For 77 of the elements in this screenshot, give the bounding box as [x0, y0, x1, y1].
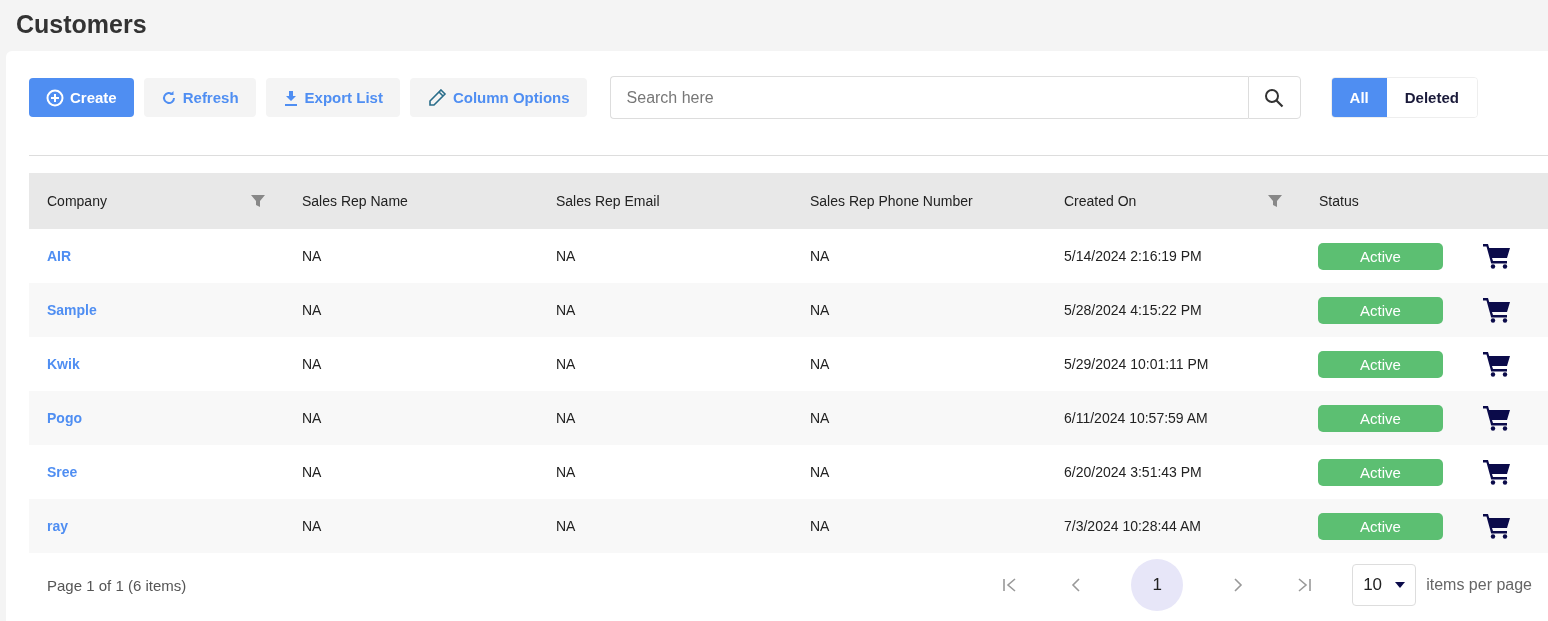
page-size-dropdown[interactable]: 10	[1352, 564, 1417, 606]
table-cell-text: NA	[809, 464, 831, 480]
column-header[interactable]: Status	[1319, 193, 1359, 209]
cart-button[interactable]	[1483, 459, 1513, 485]
download-icon	[282, 89, 299, 106]
cart-icon	[1483, 459, 1511, 485]
refresh-button[interactable]: Refresh	[143, 78, 256, 117]
table-cell-text: NA	[809, 356, 831, 372]
table-cell-text: NA	[555, 518, 577, 534]
table-cell-text: NA	[555, 356, 577, 372]
company-link[interactable]: Pogo	[29, 410, 100, 426]
company-link[interactable]: Sample	[29, 302, 115, 318]
plus-circle-icon	[46, 88, 64, 107]
company-link[interactable]: ray	[29, 518, 87, 534]
cart-button[interactable]	[1483, 351, 1513, 377]
export-button[interactable]: Export List	[265, 78, 400, 117]
cart-icon	[1483, 297, 1511, 323]
company-link[interactable]: AIR	[29, 248, 90, 264]
table-cell-text: NA	[301, 410, 323, 426]
table-cell-text: NA	[809, 248, 831, 264]
pencil-icon	[426, 87, 447, 108]
table-cell-text: 5/28/2024 4:15:22 PM	[1063, 302, 1203, 318]
refresh-icon	[160, 89, 177, 106]
cart-button[interactable]	[1483, 405, 1513, 431]
status-badge: Active	[1318, 458, 1443, 486]
status-badge: Active	[1318, 512, 1443, 540]
table-cell-text: NA	[301, 302, 323, 318]
column-header[interactable]: Sales Rep Email	[556, 193, 660, 209]
chevron-left-icon	[1071, 577, 1082, 593]
table-cell-text: NA	[809, 302, 831, 318]
status-badge: Active	[1318, 404, 1443, 432]
table-cell-text: 6/11/2024 10:57:59 AM	[1063, 410, 1209, 426]
status-badge: Active	[1318, 242, 1443, 270]
table-cell-text: NA	[555, 464, 577, 480]
table-cell-text: 7/3/2024 10:28:44 AM	[1063, 518, 1202, 534]
table-cell-text: NA	[809, 410, 831, 426]
cart-icon	[1483, 351, 1511, 377]
columns-button[interactable]: Column Options	[409, 78, 587, 117]
table-cell-text: NA	[809, 518, 831, 534]
cart-button[interactable]	[1483, 243, 1513, 269]
status-badge: Active	[1318, 296, 1443, 324]
company-link[interactable]: Kwik	[29, 356, 98, 372]
cart-icon	[1483, 405, 1511, 431]
page-number-button[interactable]: 1	[1131, 559, 1184, 611]
filter-icon[interactable]	[250, 193, 266, 209]
caret-icon	[1395, 582, 1406, 588]
cart-button[interactable]	[1483, 513, 1513, 539]
table-cell-text: 5/14/2024 2:16:19 PM	[1063, 248, 1203, 264]
page-title: Customers	[15, 9, 148, 40]
page-size-label: items per page	[1426, 576, 1532, 594]
cart-icon	[1483, 243, 1511, 269]
table-cell-text: NA	[555, 410, 577, 426]
cart-icon	[1483, 513, 1511, 539]
column-header[interactable]: Created On	[1064, 193, 1137, 209]
last-page-icon	[1296, 577, 1313, 593]
table-cell-text: NA	[301, 248, 323, 264]
create-button[interactable]: Create	[29, 78, 134, 117]
column-header[interactable]: Company	[47, 193, 107, 209]
filter-tab[interactable]: All	[1331, 78, 1387, 117]
table-cell-text: NA	[301, 464, 323, 480]
table-cell-text: NA	[555, 248, 577, 264]
table-cell-text: 6/20/2024 3:51:43 PM	[1063, 464, 1203, 480]
column-header[interactable]: Sales Rep Name	[302, 193, 408, 209]
search-field[interactable]: Search here	[609, 76, 1248, 119]
cart-button[interactable]	[1483, 297, 1513, 323]
chevron-right-icon	[1233, 577, 1244, 593]
status-badge: Active	[1318, 350, 1443, 378]
table-cell-text: 5/29/2024 10:01:11 PM	[1063, 356, 1210, 372]
column-header[interactable]: Sales Rep Phone Number	[810, 193, 973, 209]
search-button[interactable]	[1247, 76, 1301, 119]
table-cell-text: NA	[301, 518, 323, 534]
filter-icon[interactable]	[1267, 193, 1283, 209]
company-link[interactable]: Sree	[29, 464, 96, 480]
table-cell-text: NA	[301, 356, 323, 372]
search-icon	[1264, 87, 1285, 108]
page-info: Page 1 of 1 (6 items)	[47, 576, 188, 594]
table-cell-text: NA	[555, 302, 577, 318]
